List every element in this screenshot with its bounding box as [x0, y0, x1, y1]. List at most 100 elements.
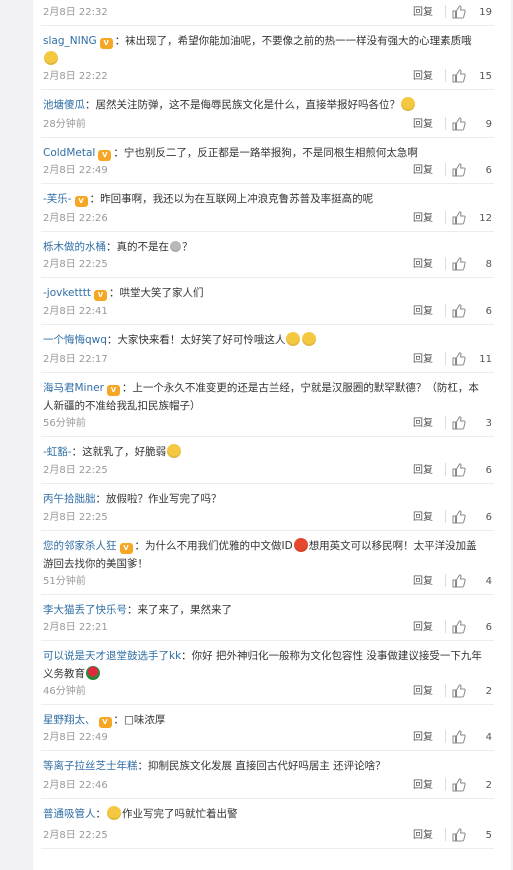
- comment-username[interactable]: 李大猫丢了快乐号: [43, 604, 127, 616]
- thumbs-up-icon[interactable]: [452, 510, 466, 524]
- action-divider: [445, 416, 446, 429]
- action-divider: [445, 510, 446, 523]
- thumbs-up-icon[interactable]: [452, 352, 466, 366]
- thumbs-up-icon[interactable]: [452, 211, 466, 225]
- comment-username[interactable]: 池塘傻瓜: [43, 99, 85, 111]
- reply-button[interactable]: 回复: [413, 350, 433, 365]
- comment-item: 等离子拉丝芝士年糕：抑制民族文化发展 直接回古代好吗居主 还评论啥？ 2月8日 2…: [41, 751, 494, 799]
- emoji-icon: [86, 666, 100, 680]
- emoji-icon: [170, 241, 181, 252]
- comment-body: 等离子拉丝芝士年糕：抑制民族文化发展 直接回古代好吗居主 还评论啥？: [43, 757, 486, 775]
- comment-text: ：哄堂大笑了家人们: [108, 287, 204, 299]
- comment-username[interactable]: 普通吸管人: [43, 808, 96, 820]
- comment-item: 丙午拾朏朏：放假啦？作业写完了吗？ 2月8日 22:25 回复 6: [41, 484, 494, 531]
- comment-text: ：抑制民族文化发展 直接回古代好吗居主 还评论啥？: [137, 760, 386, 772]
- comment-body: 池塘傻瓜：居然关注防弹，这不是侮辱民族文化是什么，直接举报好吗各位？: [43, 96, 486, 114]
- comment-timestamp: 2月8日 22:49: [43, 165, 108, 176]
- thumbs-up-icon[interactable]: [452, 828, 466, 842]
- thumbs-up-icon[interactable]: [452, 5, 466, 19]
- comment-username[interactable]: 星野翔太、: [43, 714, 96, 726]
- action-divider: [445, 463, 446, 476]
- comment-username[interactable]: 一个悔悔qwq: [43, 334, 107, 346]
- action-divider: [445, 117, 446, 130]
- vip-badge-icon: V: [98, 717, 112, 728]
- comment-text: ：放假啦？作业写完了吗？: [95, 493, 222, 505]
- like-count: 5: [485, 830, 492, 841]
- reply-button[interactable]: 回复: [413, 209, 433, 224]
- comment-text: ：这就乳了，好脆弱: [71, 446, 167, 458]
- comment-item: ColdMetal V ：宁也别反二了，反正都是一路举报狗，不是同根生相煎何太急啊 2…: [41, 138, 494, 184]
- comment-username[interactable]: 可以说是天才退堂鼓选手了kk: [43, 650, 181, 662]
- reply-button[interactable]: 回复: [413, 728, 433, 743]
- thumbs-up-icon[interactable]: [452, 574, 466, 588]
- thumbs-up-icon[interactable]: [452, 304, 466, 318]
- vip-badge-icon: V: [93, 290, 107, 301]
- comment-username[interactable]: 丙午拾朏朏: [43, 493, 96, 505]
- comment-username[interactable]: ColdMetal: [43, 147, 95, 159]
- emoji-icon: [286, 332, 301, 346]
- comment-timestamp: 2月8日 22:25: [43, 512, 108, 523]
- comment-timestamp: 2月8日 22:26: [43, 213, 108, 224]
- reply-button[interactable]: 回复: [413, 776, 433, 791]
- thumbs-up-icon[interactable]: [452, 163, 466, 177]
- emoji-icon: [293, 538, 308, 552]
- reply-button[interactable]: 回复: [413, 618, 433, 633]
- action-divider: [445, 684, 446, 697]
- thumbs-up-icon[interactable]: [452, 416, 466, 430]
- action-divider: [445, 211, 446, 224]
- like-count: 4: [485, 576, 492, 587]
- comment-timestamp: 2月8日 22:32: [43, 7, 108, 18]
- reply-button[interactable]: 回复: [413, 682, 433, 697]
- action-divider: [445, 69, 446, 82]
- like-count: 6: [485, 465, 492, 476]
- comment-body: 普通吸管人： 作业写完了吗就忙着出警: [43, 805, 486, 823]
- thumbs-up-icon[interactable]: [452, 257, 466, 271]
- thumbs-up-icon[interactable]: [452, 778, 466, 792]
- reply-button[interactable]: 回复: [413, 115, 433, 130]
- comment-timestamp: 46分钟前: [43, 686, 86, 697]
- emoji-icon: [302, 332, 317, 346]
- comment-item: 栎木做的水桶：真的不是在 ？ 2月8日 22:25 回复 8: [41, 232, 494, 278]
- action-divider: [445, 574, 446, 587]
- like-count: 6: [485, 512, 492, 523]
- reply-button[interactable]: 回复: [413, 826, 433, 841]
- like-count: 8: [485, 259, 492, 270]
- comment-username[interactable]: -芙乐-: [43, 193, 72, 205]
- reply-button[interactable]: 回复: [413, 572, 433, 587]
- comment-username[interactable]: -jovketttt: [43, 287, 91, 299]
- comment-timestamp: 2月8日 22:17: [43, 354, 108, 365]
- comment-timestamp: 28分钟前: [43, 119, 86, 130]
- reply-button[interactable]: 回复: [413, 161, 433, 176]
- comment-body: -jovketttt V ：哄堂大笑了家人们: [43, 284, 486, 302]
- comment-body: ColdMetal V ：宁也别反二了，反正都是一路举报狗，不是同根生相煎何太急啊: [43, 144, 486, 162]
- thumbs-up-icon[interactable]: [452, 69, 466, 83]
- comment-item: 海马君Miner V ：上一个永久不准变更的还是古兰经，宁就是汉服圈的默罕默德？（防…: [41, 373, 494, 437]
- comment-body: 一个悔悔qwq：大家快来看！太好笑了好可怜哦这人: [43, 331, 486, 349]
- comment-username[interactable]: slag_NING: [43, 35, 97, 47]
- vip-badge-icon: V: [99, 38, 113, 49]
- reply-button[interactable]: 回复: [413, 255, 433, 270]
- reply-button[interactable]: 回复: [413, 3, 433, 18]
- comment-body: -芙乐- V ：昨回事啊，我还以为在互联网上冲浪克鲁苏普及率挺高的呢: [43, 190, 486, 208]
- reply-button[interactable]: 回复: [413, 414, 433, 429]
- comment-body: slag_NING V ：袜出现了，希望你能加油呢，不要像之前的热一一样没有强大的心…: [43, 32, 486, 68]
- thumbs-up-icon[interactable]: [452, 730, 466, 744]
- thumbs-up-icon[interactable]: [452, 117, 466, 131]
- comment-username[interactable]: 等离子拉丝芝士年糕: [43, 760, 138, 772]
- reply-button[interactable]: 回复: [413, 67, 433, 82]
- comment-username[interactable]: 您的邻家杀人狂: [43, 540, 117, 552]
- comment-username[interactable]: -虹豁-: [43, 446, 72, 458]
- comment-text: ：昨回事啊，我还以为在互联网上冲浪克鲁苏普及率挺高的呢: [89, 193, 374, 205]
- reply-button[interactable]: 回复: [413, 508, 433, 523]
- comment-body: 星野翔太、 V ：□味浓厚: [43, 711, 486, 729]
- reply-button[interactable]: 回复: [413, 302, 433, 317]
- like-count: 6: [485, 306, 492, 317]
- comment-username[interactable]: 栎木做的水桶: [43, 241, 106, 253]
- reply-button[interactable]: 回复: [413, 461, 433, 476]
- thumbs-up-icon[interactable]: [452, 684, 466, 698]
- comment-username[interactable]: 海马君Miner: [43, 382, 104, 394]
- comment-timestamp: 51分钟前: [43, 576, 86, 587]
- emoji-icon: [107, 806, 121, 820]
- thumbs-up-icon[interactable]: [452, 463, 466, 477]
- thumbs-up-icon[interactable]: [452, 620, 466, 634]
